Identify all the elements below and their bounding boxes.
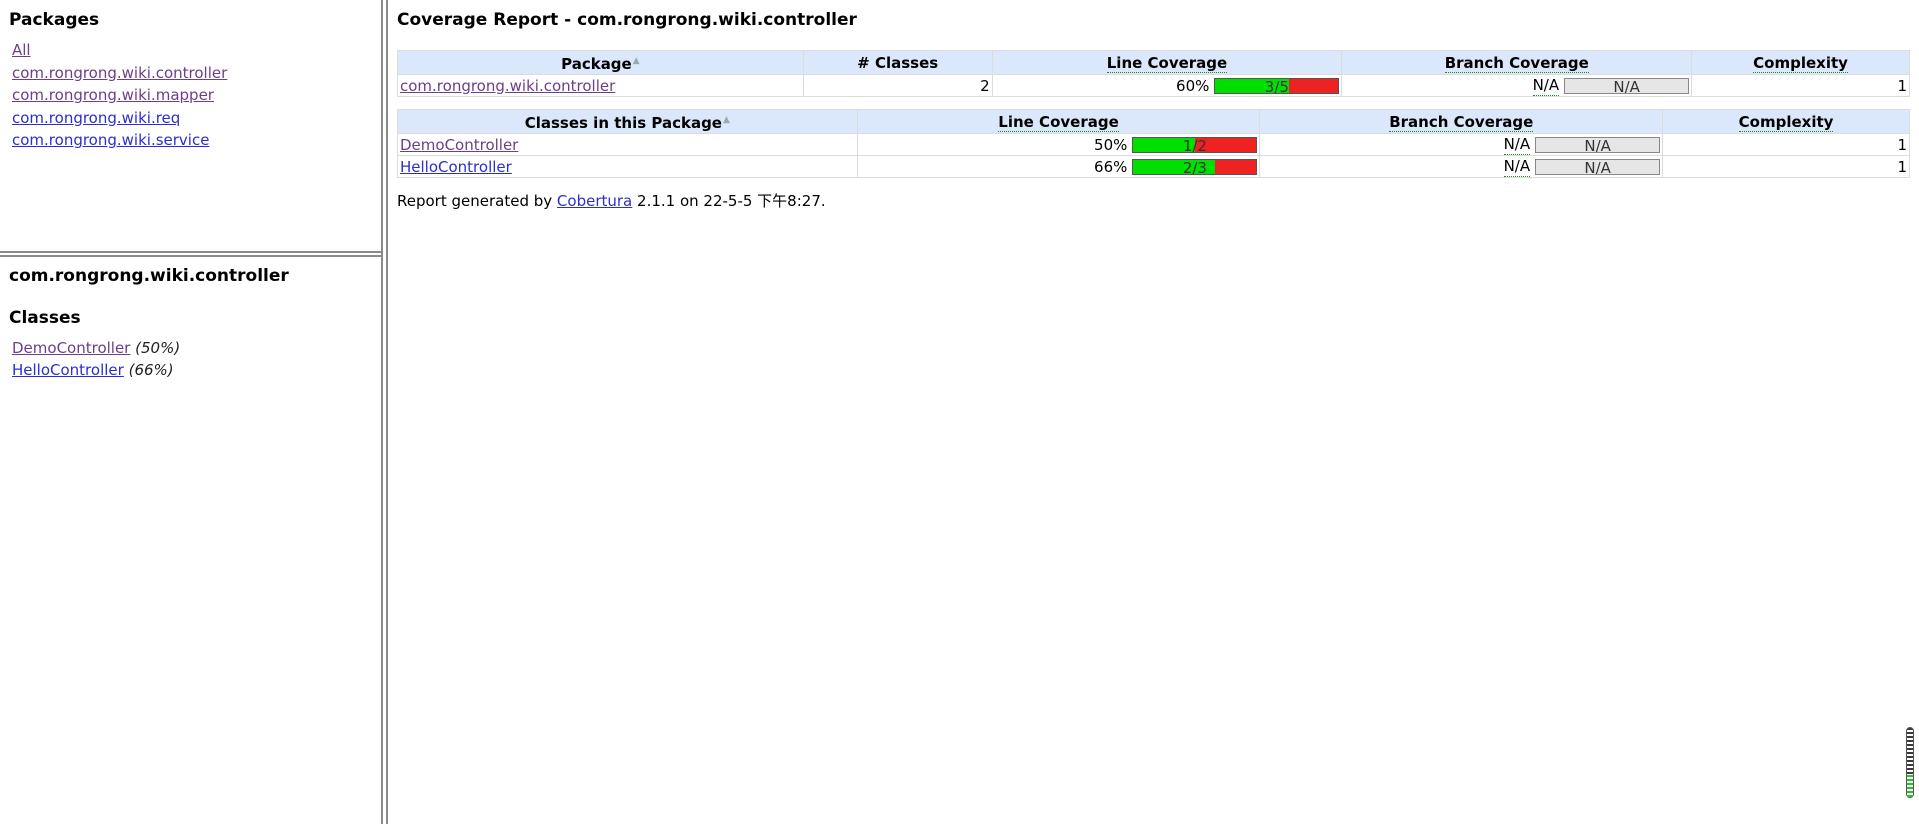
table-row: com.rongrong.wiki.controller 2 60% 3/5 N… (397, 74, 1910, 97)
column-header-line-coverage[interactable]: Line Coverage (991, 50, 1343, 75)
classes-frame: com.rongrong.wiki.controller Classes Dem… (0, 257, 381, 824)
class-name-cell: HelloController (397, 155, 858, 178)
branch-coverage-percent: N/A (1503, 135, 1531, 155)
line-coverage-bar: 1/2 (1132, 136, 1258, 153)
classes-frame-package-name: com.rongrong.wiki.controller (9, 266, 289, 286)
package-link-all[interactable]: All (12, 41, 31, 59)
footer-prefix: Report generated by (397, 192, 553, 210)
branch-coverage-bar-text: N/A (1536, 137, 1659, 152)
branch-coverage-bar: N/A (1535, 158, 1661, 175)
package-summary-table: Package▲ # Classes Line Coverage Branch … (397, 50, 1910, 97)
branch-coverage-bar: N/A (1535, 136, 1661, 153)
cobertura-link[interactable]: Cobertura (557, 192, 632, 210)
table-header-row: Classes in this Package▲ Line Coverage B… (397, 109, 1910, 134)
package-link-service[interactable]: com.rongrong.wiki.service (12, 131, 209, 149)
report-footer: Report generated by Cobertura 2.1.1 on 2… (397, 190, 1919, 211)
line-coverage-bar-text: 3/5 (1264, 77, 1289, 94)
column-header-branch-coverage[interactable]: Branch Coverage (1341, 50, 1693, 75)
line-coverage-cell: 60% 3/5 (991, 74, 1343, 97)
branch-coverage-percent: N/A (1503, 157, 1531, 177)
line-coverage-percent: 50% (1094, 135, 1128, 154)
package-item: All (12, 39, 381, 62)
frame-resize-handle-vertical[interactable] (381, 0, 388, 824)
column-header-complexity[interactable]: Complexity (1691, 50, 1910, 75)
report-title: Coverage Report - com.rongrong.wiki.cont… (397, 10, 857, 30)
branch-coverage-cell: N/A N/A (1259, 155, 1664, 178)
branch-coverage-percent: N/A (1532, 76, 1560, 96)
branch-coverage-bar-text: N/A (1565, 78, 1688, 93)
class-item: DemoController (50%) (12, 337, 381, 359)
class-link-hellocontroller[interactable]: HelloController (12, 361, 124, 379)
line-coverage-cell: 66% 2/3 (856, 155, 1261, 178)
class-link-democontroller[interactable]: DemoController (12, 339, 130, 357)
line-coverage-cell: 50% 1/2 (856, 133, 1261, 156)
footer-suffix: 2.1.1 on 22-5-5 下午8:27. (637, 192, 826, 210)
report-frame: Coverage Report - com.rongrong.wiki.cont… (388, 0, 1919, 824)
line-coverage-bar-text: 1/2 (1182, 136, 1207, 153)
column-header-classes[interactable]: # Classes (802, 50, 993, 75)
package-link-req[interactable]: com.rongrong.wiki.req (12, 109, 180, 127)
class-row-link-hellocontroller[interactable]: HelloController (400, 158, 512, 176)
complexity-cell: 1 (1662, 155, 1910, 178)
column-header-branch-coverage[interactable]: Branch Coverage (1259, 109, 1664, 134)
classes-heading: Classes (9, 308, 81, 328)
column-header-complexity[interactable]: Complexity (1662, 109, 1910, 134)
class-coverage-percent: (50%) (135, 339, 181, 357)
line-coverage-bar-text: 2/3 (1182, 158, 1207, 175)
class-item: HelloController (66%) (12, 359, 381, 381)
branch-coverage-bar: N/A (1564, 77, 1690, 94)
packages-heading: Packages (9, 10, 100, 30)
packages-list: All com.rongrong.wiki.controller com.ron… (9, 39, 381, 152)
package-name-cell: com.rongrong.wiki.controller (397, 74, 804, 97)
branch-coverage-bar-text: N/A (1536, 159, 1659, 174)
line-coverage-bar: 2/3 (1132, 158, 1258, 175)
package-item: com.rongrong.wiki.controller (12, 62, 381, 85)
classes-list: DemoController (50%) HelloController (66… (9, 337, 381, 381)
package-item: com.rongrong.wiki.service (12, 129, 381, 152)
column-header-package[interactable]: Package▲ (397, 50, 804, 75)
package-row-link[interactable]: com.rongrong.wiki.controller (400, 77, 615, 95)
sort-indicator-icon: ▲ (722, 115, 730, 125)
class-row-link-democontroller[interactable]: DemoController (400, 136, 518, 154)
line-coverage-percent: 66% (1094, 157, 1128, 176)
package-link-controller[interactable]: com.rongrong.wiki.controller (12, 64, 227, 82)
package-link-mapper[interactable]: com.rongrong.wiki.mapper (12, 86, 214, 104)
class-coverage-percent: (66%) (128, 361, 174, 379)
packages-frame: Packages All com.rongrong.wiki.controlle… (0, 0, 381, 251)
complexity-cell: 1 (1662, 133, 1910, 156)
branch-coverage-cell: N/A N/A (1341, 74, 1693, 97)
table-row: HelloController 66% 2/3 N/A N/A 1 (397, 155, 1910, 178)
package-item: com.rongrong.wiki.req (12, 107, 381, 130)
classes-table: Classes in this Package▲ Line Coverage B… (397, 109, 1910, 178)
class-name-cell: DemoController (397, 133, 858, 156)
scrollbar-grip-icon[interactable] (1907, 775, 1913, 797)
column-header-line-coverage[interactable]: Line Coverage (856, 109, 1261, 134)
line-coverage-bar: 3/5 (1214, 77, 1340, 94)
scrollbar[interactable] (1906, 727, 1914, 798)
sort-indicator-icon: ▲ (632, 56, 640, 66)
column-header-class[interactable]: Classes in this Package▲ (397, 109, 858, 134)
line-coverage-percent: 60% (1176, 76, 1210, 95)
table-header-row: Package▲ # Classes Line Coverage Branch … (397, 50, 1910, 75)
table-row: DemoController 50% 1/2 N/A N/A 1 (397, 133, 1910, 156)
package-item: com.rongrong.wiki.mapper (12, 84, 381, 107)
classes-count-cell: 2 (802, 74, 993, 97)
branch-coverage-cell: N/A N/A (1259, 133, 1664, 156)
complexity-cell: 1 (1691, 74, 1910, 97)
